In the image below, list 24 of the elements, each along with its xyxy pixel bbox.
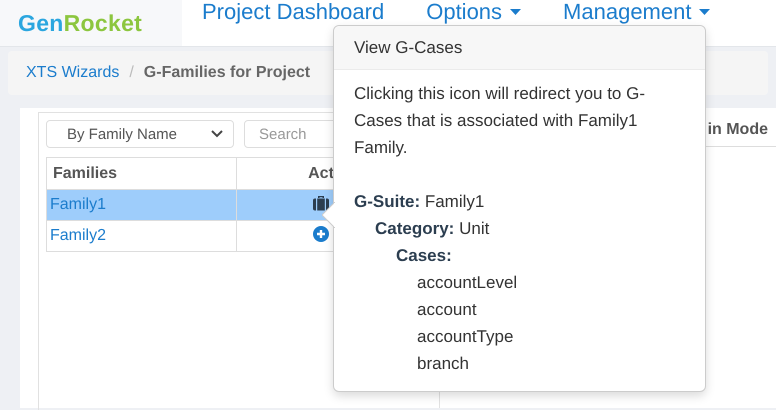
breadcrumb-link[interactable]: XTS Wizards xyxy=(26,64,120,82)
briefcase-icon[interactable] xyxy=(312,194,330,210)
cases-label: Cases: xyxy=(395,245,453,267)
popover-title: View G-Cases xyxy=(334,26,705,70)
nav-link[interactable]: Management xyxy=(563,0,710,24)
chevron-down-icon xyxy=(211,130,223,138)
category-line: Category: Unit xyxy=(374,218,490,240)
nav-link[interactable]: Options xyxy=(426,0,522,24)
nav-link[interactable]: Project Dashboard xyxy=(202,0,384,24)
family-cell[interactable]: Family2 xyxy=(46,220,237,252)
breadcrumb-current: G-Families for Project xyxy=(144,64,310,82)
suite-line: G-Suite: Family1 xyxy=(354,191,486,213)
case-item: account xyxy=(416,299,478,321)
column-header: Families xyxy=(46,158,237,190)
case-item: accountType xyxy=(416,326,514,348)
filter-dropdown[interactable]: By Family Name xyxy=(46,120,234,148)
caret-icon xyxy=(510,8,522,16)
breadcrumb-separator: / xyxy=(129,64,134,82)
case-item: accountLevel xyxy=(416,272,518,294)
case-item: branch xyxy=(416,353,470,375)
caret-icon xyxy=(699,8,710,16)
plus-circle-icon[interactable] xyxy=(313,226,329,242)
family-cell[interactable]: Family1 xyxy=(46,190,237,220)
column-header: in Mode xyxy=(708,121,768,139)
